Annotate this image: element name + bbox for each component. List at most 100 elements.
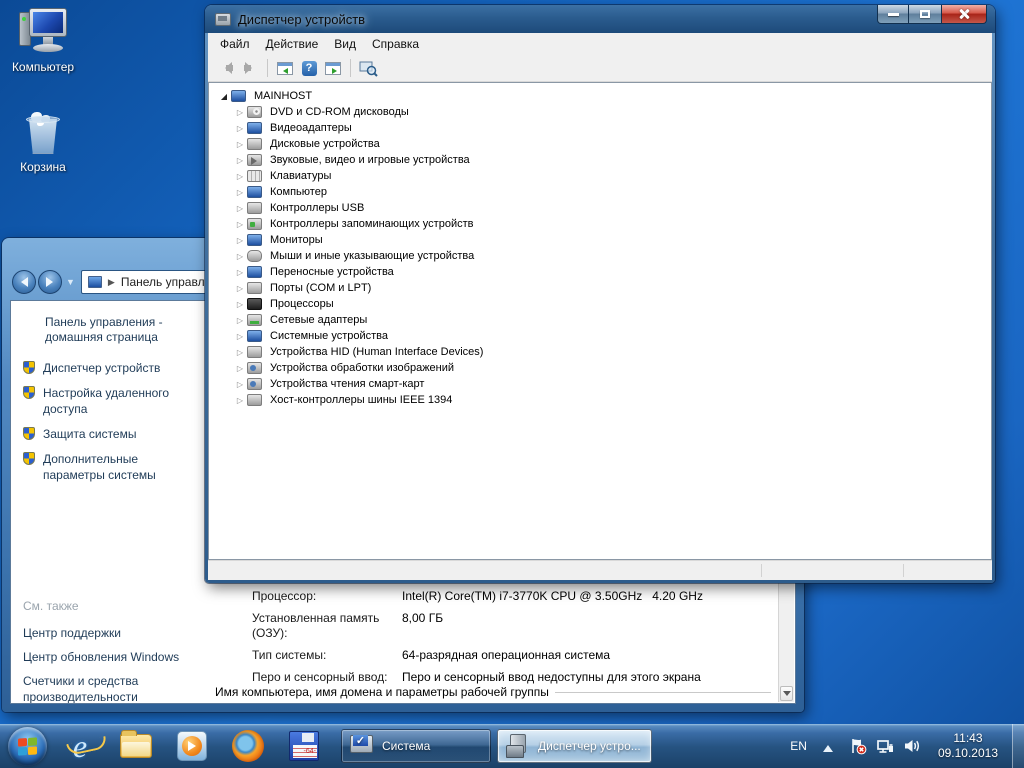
expander-closed-icon[interactable]: ▷ [235, 348, 245, 357]
see-also-link[interactable]: Счетчики и средства производительности [23, 673, 199, 704]
tree-item[interactable]: ▷ Контроллеры запоминающих устройств [215, 216, 991, 232]
spec-label: Процессор: [252, 589, 402, 604]
tree-item[interactable]: ▷ Мыши и иные указывающие устройства [215, 248, 991, 264]
start-button[interactable] [8, 727, 47, 766]
expander-closed-icon[interactable]: ▷ [235, 284, 245, 293]
menu-item[interactable]: Справка [364, 34, 427, 54]
expander-closed-icon[interactable]: ▷ [235, 172, 245, 181]
see-also-link[interactable]: Центр обновления Windows [23, 649, 199, 665]
device-category-icon [247, 138, 262, 150]
expander-closed-icon[interactable]: ▷ [235, 108, 245, 117]
status-bar [208, 560, 992, 580]
tree-item[interactable]: ▷ Системные устройства [215, 328, 991, 344]
tree-item[interactable]: ▷ Устройства чтения смарт-карт [215, 376, 991, 392]
device-category-icon [247, 202, 262, 214]
internet-explorer-icon[interactable]: e [61, 727, 99, 765]
sidebar-task-label: Защита системы [43, 426, 136, 442]
tree-item[interactable]: ▷ Устройства HID (Human Interface Device… [215, 344, 991, 360]
back-icon[interactable] [215, 58, 237, 78]
tree-item[interactable]: ▷ Видеоадаптеры [215, 120, 991, 136]
spec-value: Перо и сенсорный ввод недоступны для это… [402, 670, 767, 685]
expander-closed-icon[interactable]: ▷ [235, 236, 245, 245]
show-hidden-icons-button[interactable] [823, 740, 833, 752]
tree-root[interactable]: ◢ MAINHOST [215, 88, 991, 104]
sidebar-task-link[interactable]: Дополнительные параметры системы [23, 451, 201, 483]
firefox-icon[interactable] [229, 727, 267, 765]
tree-item[interactable]: ▷ Клавиатуры [215, 168, 991, 184]
maximize-button[interactable] [909, 5, 941, 24]
tree-item[interactable]: ▷ Компьютер [215, 184, 991, 200]
tree-item[interactable]: ▷ Хост-контроллеры шины IEEE 1394 [215, 392, 991, 408]
sidebar-item-home[interactable]: Панель управления - домашняя страница [45, 315, 201, 345]
expander-closed-icon[interactable]: ▷ [235, 204, 245, 213]
expander-closed-icon[interactable]: ▷ [235, 396, 245, 405]
sidebar-task-link[interactable]: Настройка удаленного доступа [23, 385, 201, 417]
device-category-icon [247, 362, 262, 374]
action-center-flag-icon[interactable] [849, 737, 867, 755]
desktop-icon-computer[interactable]: Компьютер [0, 8, 86, 74]
tree-item[interactable]: ▷ Сетевые адаптеры [215, 312, 991, 328]
volume-icon[interactable] [903, 737, 921, 755]
expander-closed-icon[interactable]: ▷ [235, 332, 245, 341]
spec-label: Перо и сенсорный ввод: [252, 670, 402, 685]
expander-closed-icon[interactable]: ▷ [235, 220, 245, 229]
show-console-tree-icon[interactable] [274, 58, 296, 78]
taskbar: e -64- Система Диспетчер устро... EN [0, 724, 1024, 768]
spec-row: Перо и сенсорный ввод: Перо и сенсорный … [252, 670, 767, 685]
sidebar-task-link[interactable]: Защита системы [23, 426, 201, 442]
sidebar-task-label: Диспетчер устройств [43, 360, 160, 376]
spec-row: Установленная память (ОЗУ): 8,00 ГБ [252, 611, 767, 641]
expander-closed-icon[interactable]: ▷ [235, 252, 245, 261]
sidebar-task-link[interactable]: Диспетчер устройств [23, 360, 201, 376]
minimize-button[interactable] [877, 5, 909, 24]
forward-icon[interactable] [239, 58, 261, 78]
back-button[interactable] [12, 270, 36, 294]
expander-closed-icon[interactable]: ▷ [235, 156, 245, 165]
tree-item[interactable]: ▷ Контроллеры USB [215, 200, 991, 216]
windows-media-player-icon[interactable] [173, 727, 211, 765]
expander-closed-icon[interactable]: ▷ [235, 124, 245, 133]
expander-closed-icon[interactable]: ▷ [235, 300, 245, 309]
device-manager-app-icon [215, 13, 231, 26]
tree-item[interactable]: ▷ DVD и CD-ROM дисководы [215, 104, 991, 120]
expander-closed-icon[interactable]: ▷ [235, 188, 245, 197]
desktop-icon-recycle-bin[interactable]: Корзина [0, 108, 86, 174]
tree-item-label: Сетевые адаптеры [268, 313, 369, 327]
device-manager-titlebar[interactable]: Диспетчер устройств [205, 5, 995, 33]
tree-item-label: Видеоадаптеры [268, 121, 354, 135]
recent-pages-chevron-icon[interactable]: ▼ [66, 277, 75, 287]
tree-item[interactable]: ▷ Мониторы [215, 232, 991, 248]
tree-item[interactable]: ▷ Порты (COM и LPT) [215, 280, 991, 296]
tree-item[interactable]: ▷ Устройства обработки изображений [215, 360, 991, 376]
show-desktop-button[interactable] [1012, 724, 1024, 768]
windows-explorer-icon[interactable] [117, 727, 155, 765]
tree-item[interactable]: ▷ Переносные устройства [215, 264, 991, 280]
menu-item[interactable]: Файл [212, 34, 258, 54]
see-also-link[interactable]: Центр поддержки [23, 625, 199, 641]
taskbar-window-button[interactable]: Диспетчер устро... [497, 729, 652, 763]
scroll-down-button[interactable] [780, 686, 793, 701]
expander-closed-icon[interactable]: ▷ [235, 316, 245, 325]
floppy-64-icon[interactable]: -64- [285, 727, 323, 765]
clock[interactable]: 11:43 09.10.2013 [938, 731, 998, 761]
tree-item[interactable]: ▷ Процессоры [215, 296, 991, 312]
tree-item-label: Контроллеры USB [268, 201, 366, 215]
show-action-pane-icon[interactable] [322, 58, 344, 78]
menu-item[interactable]: Вид [326, 34, 364, 54]
tree-item[interactable]: ▷ Дисковые устройства [215, 136, 991, 152]
help-icon[interactable] [298, 58, 320, 78]
taskbar-window-button[interactable]: Система [341, 729, 491, 763]
menu-item[interactable]: Действие [258, 34, 327, 54]
expander-closed-icon[interactable]: ▷ [235, 268, 245, 277]
scan-hardware-changes-icon[interactable] [357, 58, 379, 78]
close-button[interactable] [941, 5, 987, 24]
tree-item[interactable]: ▷ Звуковые, видео и игровые устройства [215, 152, 991, 168]
language-indicator[interactable]: EN [790, 739, 807, 753]
expander-closed-icon[interactable]: ▷ [235, 364, 245, 373]
forward-button[interactable] [38, 270, 62, 294]
expander-open-icon[interactable]: ◢ [219, 92, 229, 101]
network-icon[interactable] [876, 737, 894, 755]
tree-item-label: Мыши и иные указывающие устройства [268, 249, 476, 263]
expander-closed-icon[interactable]: ▷ [235, 140, 245, 149]
expander-closed-icon[interactable]: ▷ [235, 380, 245, 389]
